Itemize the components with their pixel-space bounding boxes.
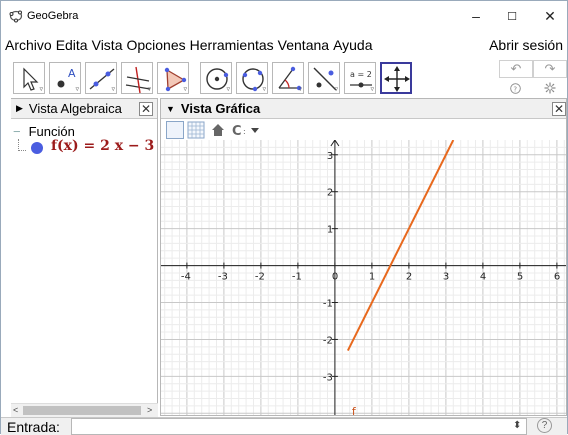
- scroll-left-arrow-icon[interactable]: <: [13, 404, 18, 417]
- menu-ventana[interactable]: Ventana: [278, 37, 329, 53]
- input-field[interactable]: [71, 418, 527, 435]
- angle-tool-button[interactable]: ▿: [272, 62, 304, 94]
- category-label: Función: [28, 124, 75, 139]
- minimize-button[interactable]: –: [459, 1, 493, 31]
- category-funcion[interactable]: − Función: [13, 124, 75, 139]
- menu-archivo[interactable]: Archivo: [5, 37, 52, 53]
- menu-herramientas[interactable]: Herramientas: [190, 37, 274, 53]
- window-title: GeoGebra: [27, 10, 79, 22]
- y-tick-label: 3: [327, 151, 333, 162]
- reflect-tool-button[interactable]: ▿: [308, 62, 340, 94]
- x-tick-label: 1: [369, 272, 375, 283]
- menu-bar: Archivo Edita Vista Opciones Herramienta…: [1, 34, 567, 56]
- undo-button[interactable]: ↶: [499, 60, 533, 78]
- x-tick-label: 3: [443, 272, 449, 283]
- y-tick-label: 2: [327, 188, 333, 199]
- visibility-toggle-icon[interactable]: [31, 142, 43, 154]
- menu-opciones[interactable]: Opciones: [126, 37, 185, 53]
- x-tick-label: 0: [332, 272, 338, 283]
- x-tick-label: 2: [406, 272, 412, 283]
- close-algebra-view-button[interactable]: ✕: [139, 102, 153, 116]
- home-icon[interactable]: [211, 121, 225, 139]
- algebra-view-header[interactable]: ▶ Vista Algebraica ✕: [11, 99, 157, 119]
- input-bar: Entrada: ⬍ ?: [1, 417, 567, 435]
- geogebra-window: GeoGebra – ☐ ✕ Archivo Edita Vista Opcio…: [0, 0, 568, 435]
- polygon-tool-button[interactable]: ▿: [157, 62, 189, 94]
- show-axes-button[interactable]: [166, 121, 184, 139]
- graphics-canvas[interactable]: -4 -3 -2 -1 0 1 2 3 4 5 6 -3 -2 -1 1 2 3 f: [161, 140, 567, 416]
- algebra-view: ▶ Vista Algebraica ✕ − Función f(x) = 2 x…: [11, 98, 158, 416]
- graphics-view-title: Vista Gráfica: [180, 101, 261, 116]
- y-tick-label: -3: [323, 372, 333, 383]
- move-tool-button[interactable]: ▿: [13, 62, 45, 94]
- y-tick-label: -1: [323, 299, 333, 310]
- collapse-icon[interactable]: −: [13, 124, 21, 139]
- input-label: Entrada:: [7, 419, 60, 435]
- circle-three-points-tool-button[interactable]: ▿: [236, 62, 268, 94]
- menu-vista[interactable]: Vista: [92, 37, 123, 53]
- x-tick-label: -4: [181, 272, 191, 283]
- scroll-right-arrow-icon[interactable]: >: [147, 404, 152, 417]
- title-bar: GeoGebra – ☐ ✕: [1, 1, 567, 31]
- function-entry[interactable]: f(x) = 2 x − 3: [51, 138, 154, 154]
- slider-tool-button[interactable]: a = 2 ▿: [344, 62, 376, 94]
- perpendicular-tool-button[interactable]: ▿: [121, 62, 153, 94]
- move-graphics-view-tool-icon: [384, 66, 410, 92]
- svg-text:A: A: [68, 67, 76, 80]
- menu-ayuda[interactable]: Ayuda: [333, 37, 372, 53]
- graphics-view: ▼ Vista Gráfica ✕ C : -4 -3 -2 -1 0 1 2 3 4 5 6 -3-…: [160, 98, 567, 416]
- close-button[interactable]: ✕: [533, 1, 567, 31]
- algebra-view-title: Vista Algebraica: [28, 101, 122, 116]
- svg-text:?: ?: [513, 86, 517, 94]
- function-line-f: [346, 140, 455, 351]
- x-tick-label: -3: [218, 272, 228, 283]
- collapse-triangle-icon[interactable]: ▼: [166, 104, 175, 114]
- sign-in-link[interactable]: Abrir sesión: [489, 37, 563, 53]
- close-graphics-view-button[interactable]: ✕: [552, 102, 566, 116]
- input-history-icon[interactable]: ⬍: [513, 420, 521, 431]
- menu-edita[interactable]: Edita: [56, 37, 88, 53]
- graphics-view-header[interactable]: ▼ Vista Gráfica ✕: [161, 99, 566, 119]
- algebra-horizontal-scrollbar[interactable]: < >: [11, 403, 158, 417]
- show-grid-icon[interactable]: [187, 121, 205, 139]
- x-tick-label: -1: [292, 272, 302, 283]
- y-tick-label: 1: [327, 225, 333, 236]
- x-tick-label: -2: [255, 272, 265, 283]
- help-icon[interactable]: ?: [510, 83, 521, 94]
- tree-connector: [18, 139, 26, 151]
- svg-text:C: C: [232, 124, 242, 139]
- scrollbar-thumb[interactable]: [23, 406, 141, 415]
- point-tool-button[interactable]: A ▿: [49, 62, 81, 94]
- redo-button[interactable]: ↷: [533, 60, 567, 78]
- expand-triangle-icon[interactable]: ▶: [16, 103, 23, 114]
- y-tick-label: -2: [323, 335, 333, 346]
- x-tick-label: 5: [517, 272, 523, 283]
- x-tick-label: 4: [480, 272, 486, 283]
- x-tick-label: 6: [554, 272, 560, 283]
- function-label-f: f: [352, 405, 357, 416]
- svg-text:a = 2: a = 2: [350, 70, 372, 79]
- svg-text::: :: [243, 127, 246, 136]
- maximize-button[interactable]: ☐: [495, 1, 529, 31]
- toolbar: ▿ A ▿ ▿ ▿ ▿ ▿ ▿ ▿ ▿ a = 2 ▿ ↶ ↷ ?: [1, 58, 567, 98]
- gear-icon[interactable]: [544, 82, 556, 94]
- point-capture-icon[interactable]: C :: [231, 121, 261, 139]
- input-help-icon[interactable]: ?: [537, 418, 552, 433]
- circle-tool-button[interactable]: ▿: [200, 62, 232, 94]
- line-tool-button[interactable]: ▿: [85, 62, 117, 94]
- move-graphics-view-tool-button[interactable]: [380, 62, 412, 94]
- geogebra-logo-icon: [9, 10, 23, 23]
